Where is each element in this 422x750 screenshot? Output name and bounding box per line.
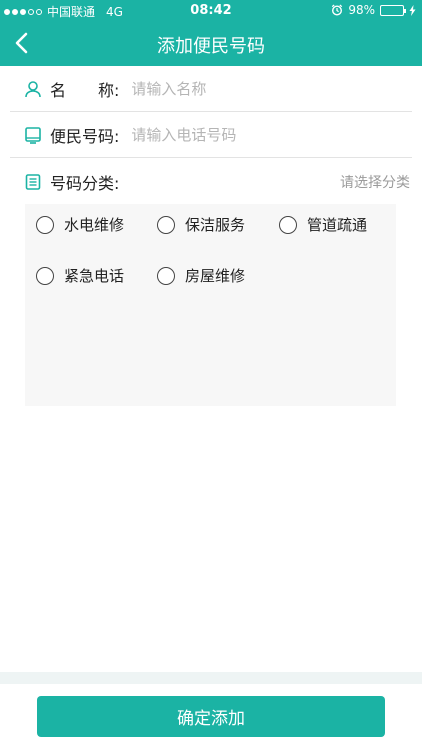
option-emergency[interactable]: 紧急电话 [36,265,124,286]
radio-button[interactable] [279,215,297,234]
charging-bolt-icon [409,4,416,16]
navigation-bar: 添加便民号码 [0,22,422,66]
category-hint[interactable]: 请选择分类 [340,172,410,192]
phone-label: 便民号码: [50,126,120,146]
confirm-add-button[interactable]: 确定添加 [37,696,385,737]
name-field-row[interactable]: 名 称: 请输入名称 [10,66,412,112]
option-label: 紧急电话 [64,267,125,285]
app-header: 中国联通 4G 08:42 98% 添加便民号码 [0,0,422,66]
option-label: 房屋维修 [185,267,246,285]
option-label: 保洁服务 [185,216,246,234]
footer-divider [0,672,422,684]
radio-button[interactable] [157,266,175,285]
option-label: 水电维修 [64,216,125,234]
radio-button[interactable] [36,215,54,234]
page-title: 添加便民号码 [157,36,265,57]
list-icon [25,174,41,190]
option-label: 管道疏通 [307,216,368,234]
name-label: 名 称: [50,80,120,100]
user-icon [25,80,41,97]
battery-icon [380,4,406,16]
option-pipe-unclog[interactable]: 管道疏通 [279,214,367,235]
option-cleaning[interactable]: 保洁服务 [157,214,245,235]
category-options: 水电维修 保洁服务 管道疏通 紧急电话 房屋维修 [25,204,396,406]
option-plumbing-electric[interactable]: 水电维修 [36,214,124,235]
radio-button[interactable] [157,215,175,234]
tablet-icon [25,126,41,144]
alarm-icon [332,4,343,16]
phone-field-row[interactable]: 便民号码: 请输入电话号码 [10,112,412,158]
battery-percent: 98% [348,3,375,17]
category-label: 号码分类: [50,174,120,193]
name-input[interactable]: 请输入名称 [131,78,206,99]
status-right: 98% [331,3,416,17]
category-row[interactable]: 号码分类: 请选择分类 [10,160,412,204]
radio-button[interactable] [36,266,54,285]
status-bar: 中国联通 4G 08:42 98% [0,0,422,22]
phone-input[interactable]: 请输入电话号码 [131,124,236,145]
option-house-repair[interactable]: 房屋维修 [157,265,245,286]
